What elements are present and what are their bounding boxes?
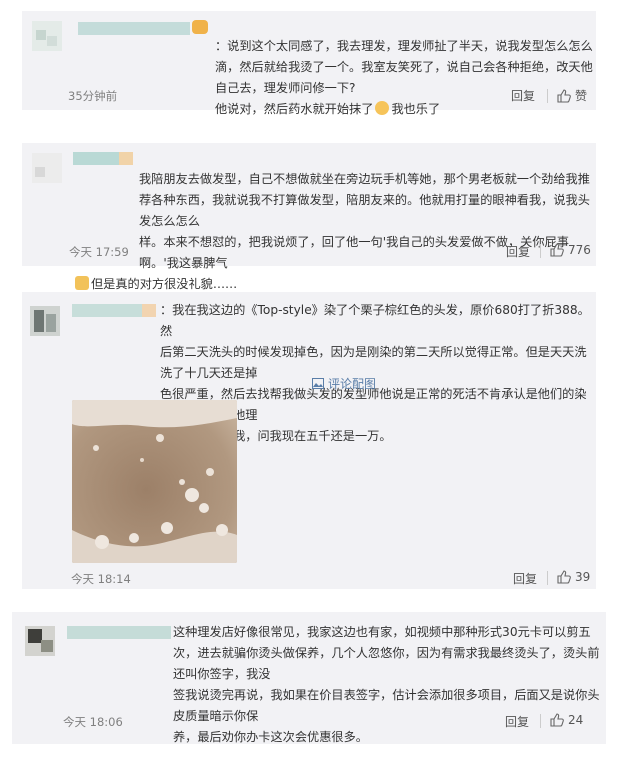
comment-card: 这种理发店好像很常见，我家这边也有家，如视频中那种形式30元卡可以剪五 次，进去… <box>12 612 606 744</box>
thumbs-up-icon <box>557 570 571 584</box>
comment-time: 35分钟前 <box>68 89 118 103</box>
image-icon <box>312 378 324 389</box>
reply-button[interactable]: 回复 <box>511 87 535 104</box>
comment-card: 我陪朋友去做发型，自己不想做就坐在旁边玩手机等她，那个男老板就一个劲给我推 荐各… <box>22 143 596 291</box>
comment-time: 今天 18:06 <box>63 715 123 729</box>
like-button[interactable]: 24 <box>550 713 583 727</box>
username-blurred[interactable] <box>73 152 135 165</box>
comment-card: ：我在我这边的《Top-style》染了个栗子棕红色的头发，原价680打了折38… <box>22 292 596 589</box>
divider <box>540 244 541 258</box>
divider <box>547 571 548 585</box>
divider <box>547 89 548 103</box>
avatar[interactable] <box>25 626 55 656</box>
divider <box>540 714 541 728</box>
thumbs-up-icon <box>550 243 564 257</box>
comment-time: 今天 17:59 <box>69 245 129 259</box>
thumbs-up-icon <box>557 88 571 103</box>
reply-button[interactable]: 回复 <box>505 713 529 730</box>
comment-text: ：说到这个太同感了，我去理发，理发师扯了半天，说我发型怎么怎么 滴，然后就给我烫… <box>215 39 593 116</box>
reply-button[interactable]: 回复 <box>506 243 530 260</box>
comment-time: 今天 18:14 <box>71 572 131 586</box>
like-button[interactable]: 776 <box>550 243 591 257</box>
person-emoji-icon <box>75 276 89 290</box>
like-button[interactable]: 39 <box>557 570 590 584</box>
comment-text: 这种理发店好像很常见，我家这边也有家，如视频中那种形式30元卡可以剪五 次，进去… <box>173 625 600 744</box>
thumbs-up-icon <box>550 713 564 727</box>
username-blurred[interactable] <box>72 304 158 317</box>
comment-card: ：说到这个太同感了，我去理发，理发师扯了半天，说我发型怎么怎么 滴，然后就给我烫… <box>22 11 596 116</box>
avatar[interactable] <box>30 306 60 336</box>
comment-text: 我陪朋友去做发型，自己不想做就坐在旁边玩手机等她，那个男老板就一个劲给我推 荐各… <box>75 148 597 295</box>
badge-icon <box>192 20 208 34</box>
username-blurred[interactable] <box>78 22 198 35</box>
like-button[interactable]: 赞 <box>557 87 587 104</box>
comment-photo[interactable] <box>72 400 237 563</box>
dog-emoji-icon <box>375 101 390 115</box>
username-blurred[interactable] <box>67 626 173 639</box>
avatar[interactable] <box>32 21 62 51</box>
avatar[interactable] <box>32 153 62 183</box>
comment-photo-link[interactable]: 评论配图 <box>312 375 376 392</box>
reply-button[interactable]: 回复 <box>513 570 537 587</box>
